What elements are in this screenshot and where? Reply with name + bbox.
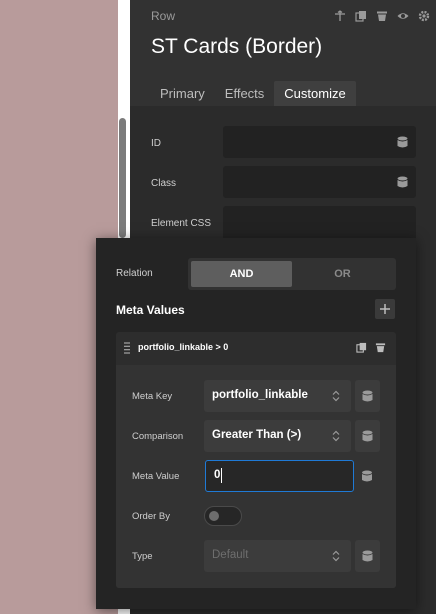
comparison-value: Greater Than (>): [212, 429, 302, 441]
tab-effects[interactable]: Effects: [215, 81, 275, 106]
comparison-label: Comparison: [132, 431, 184, 442]
order-by-label: Order By: [132, 511, 171, 522]
meta-rule-title: portfolio_linkable > 0: [138, 342, 229, 352]
text-caret: [221, 468, 222, 483]
meta-key-value: portfolio_linkable: [212, 389, 308, 401]
meta-key-dynamic-button[interactable]: [355, 380, 380, 412]
meta-key-label: Meta Key: [132, 391, 173, 402]
query-popover: Relation AND OR Meta Values portfolio_li…: [96, 238, 416, 609]
meta-key-select[interactable]: portfolio_linkable: [204, 380, 351, 412]
meta-rule-header[interactable]: portfolio_linkable > 0: [116, 332, 396, 364]
meta-rule-actions: [356, 342, 386, 353]
scrollbar-thumb[interactable]: [119, 118, 126, 238]
meta-value-label: Meta Value: [132, 471, 180, 482]
element-type-label: Row: [151, 9, 176, 23]
type-dynamic-button[interactable]: [355, 540, 380, 572]
relation-toggle: AND OR: [188, 258, 396, 290]
meta-rule-card: portfolio_linkable > 0 Meta Key portfoli…: [116, 332, 396, 588]
type-select[interactable]: Default: [204, 540, 351, 572]
add-meta-value-button[interactable]: [375, 299, 395, 319]
header-actions: [333, 9, 431, 23]
comparison-select[interactable]: Greater Than (>): [204, 420, 351, 452]
tab-customize[interactable]: Customize: [274, 81, 356, 106]
eye-icon[interactable]: [396, 9, 410, 23]
id-label: ID: [151, 138, 161, 149]
type-placeholder: Default: [212, 549, 249, 561]
database-icon[interactable]: [361, 470, 373, 482]
element-css-label: Element CSS: [151, 218, 212, 229]
select-arrows-icon: [332, 430, 340, 442]
type-label: Type: [132, 551, 153, 562]
plus-icon: [380, 304, 390, 314]
trash-icon[interactable]: [375, 342, 386, 353]
class-field[interactable]: [223, 166, 416, 198]
select-arrows-icon: [332, 390, 340, 402]
database-icon: [362, 390, 373, 402]
relation-or-button[interactable]: OR: [292, 261, 393, 287]
meta-values-title: Meta Values: [116, 303, 185, 317]
class-label: Class: [151, 178, 177, 189]
panel-header: Row ST Cards (Border) Primary Effects Cu…: [130, 0, 436, 106]
order-by-toggle[interactable]: [204, 506, 242, 526]
meta-value-text: 0: [214, 469, 221, 481]
database-icon: [362, 550, 373, 562]
tab-bar: Primary Effects Customize: [150, 81, 356, 106]
database-icon[interactable]: [397, 136, 408, 148]
move-icon[interactable]: [333, 9, 347, 23]
database-icon[interactable]: [397, 176, 408, 188]
copy-icon[interactable]: [356, 342, 367, 353]
comparison-dynamic-button[interactable]: [355, 420, 380, 452]
toggle-knob: [209, 511, 219, 521]
select-arrows-icon: [332, 550, 340, 562]
database-icon: [362, 430, 373, 442]
copy-icon[interactable]: [354, 9, 368, 23]
tab-primary[interactable]: Primary: [150, 81, 215, 106]
id-field[interactable]: [223, 126, 416, 158]
drag-handle-icon[interactable]: [123, 342, 131, 354]
meta-value-input[interactable]: 0: [205, 460, 354, 492]
relation-and-button[interactable]: AND: [191, 261, 292, 287]
page-title: ST Cards (Border): [151, 35, 323, 58]
relation-label: Relation: [116, 268, 153, 279]
settings-icon[interactable]: [417, 9, 431, 23]
meta-rule-body: Meta Key portfolio_linkable Comparison G…: [116, 365, 396, 588]
trash-icon[interactable]: [375, 9, 389, 23]
